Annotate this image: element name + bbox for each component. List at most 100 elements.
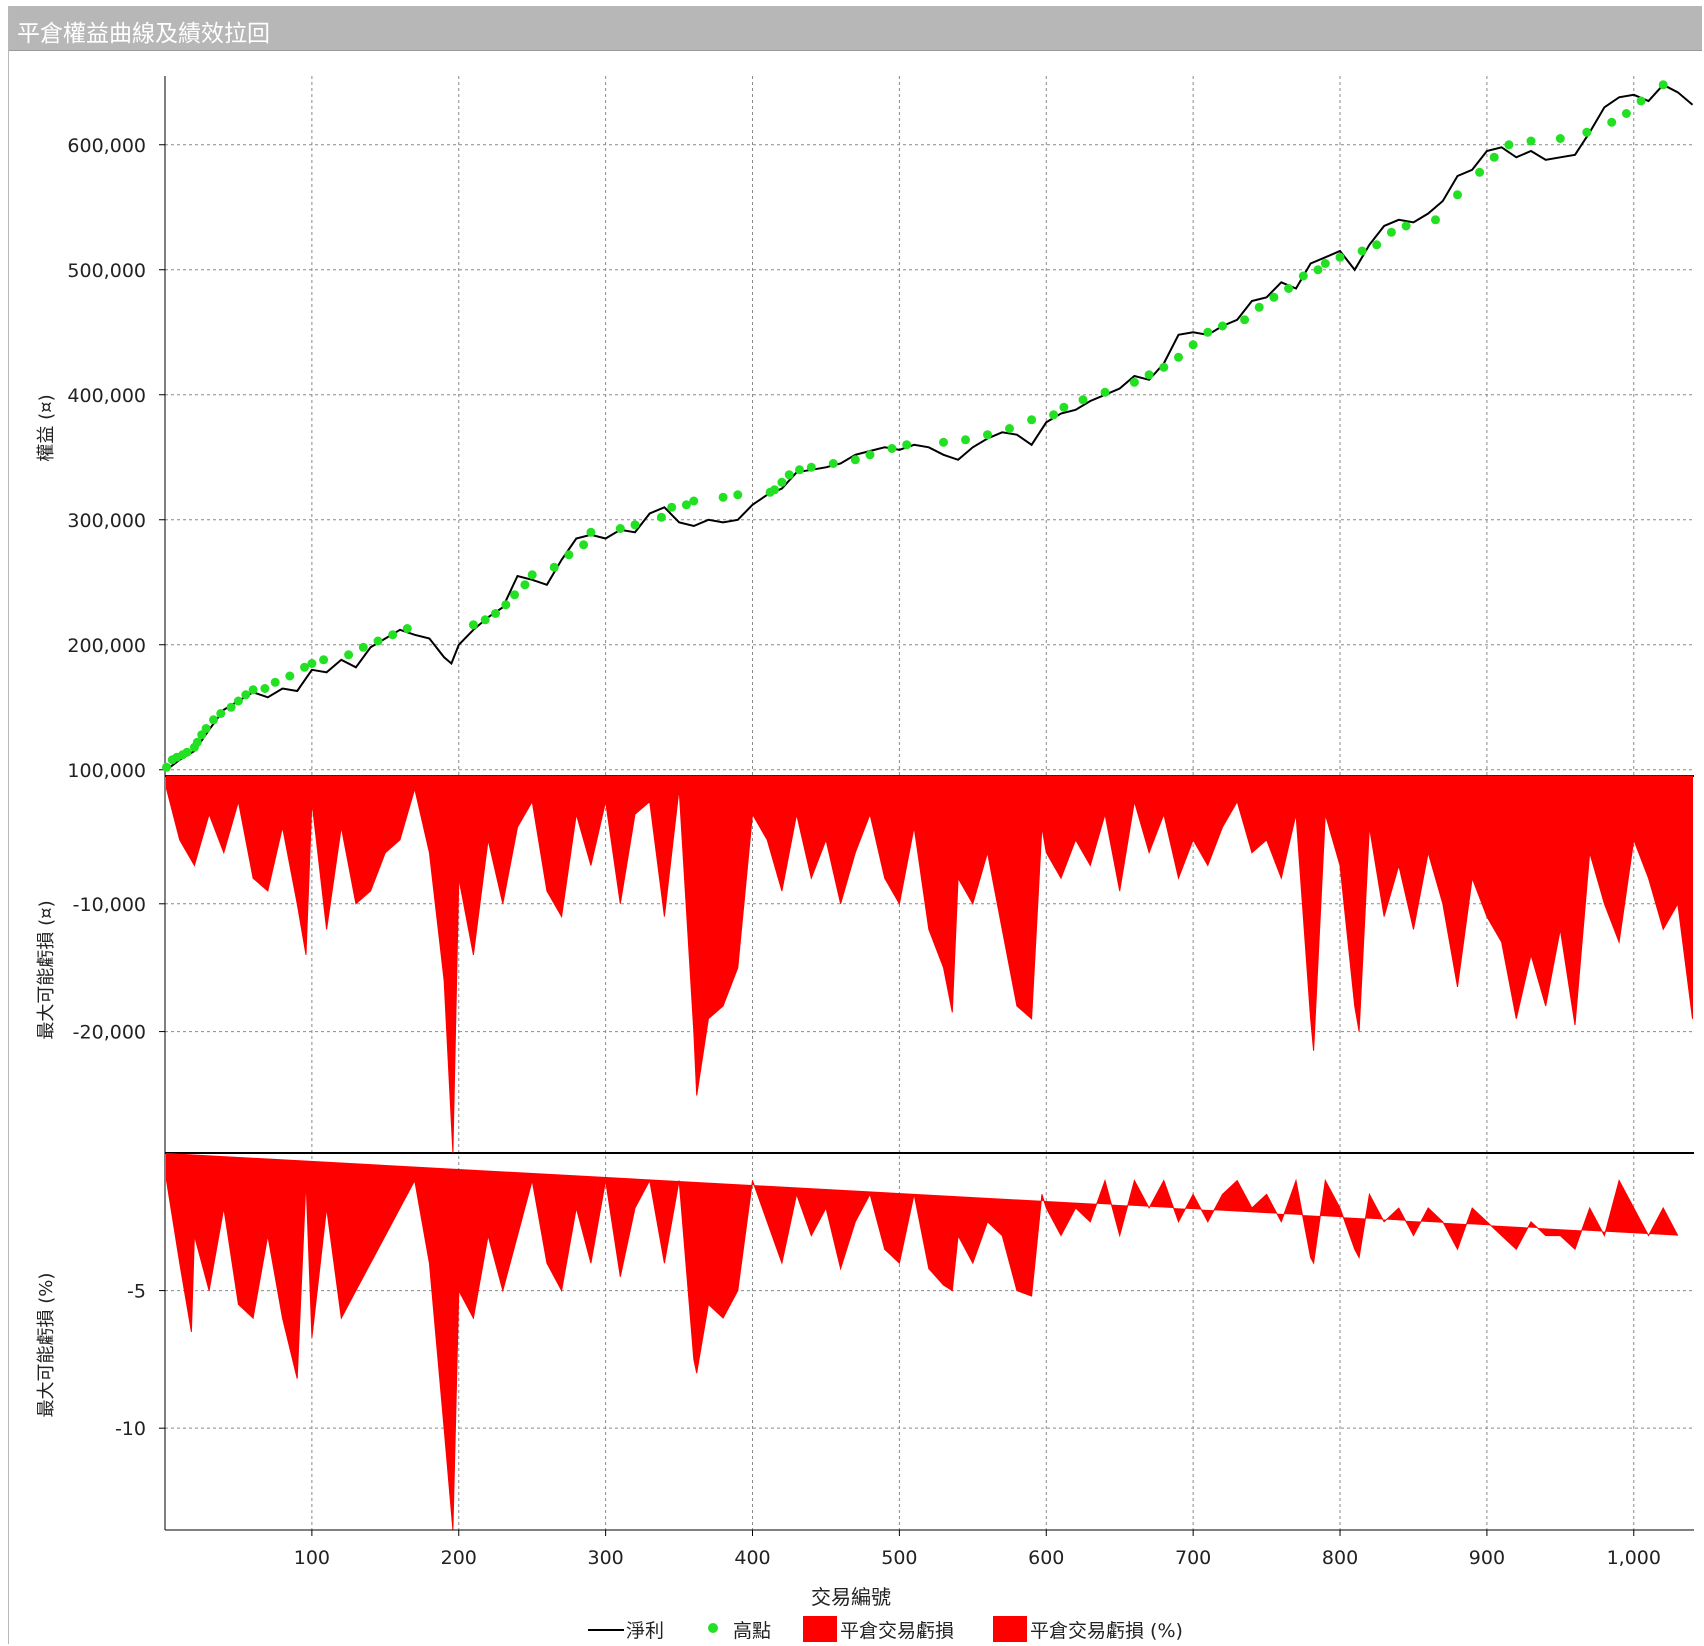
chart-legend: 淨利 高點 平倉交易虧損 平倉交易虧損 (%) [588,1616,1183,1642]
high-point [1269,292,1279,302]
net-profit-line [165,83,1694,771]
x-tick-label: 200 [441,1547,477,1569]
high-point [1335,252,1345,262]
high-point [480,615,490,625]
high-point [226,702,236,712]
high-point [1129,377,1139,387]
high-point [1144,370,1154,380]
high-point [1526,136,1536,146]
high-point [388,630,398,640]
high-point [344,650,354,660]
high-point [983,430,992,440]
x-tick-label: 700 [1175,1547,1211,1569]
high-point [902,440,912,450]
x-tick-label: 300 [588,1547,624,1569]
x-tick-label: 600 [1028,1547,1064,1569]
high-point [233,696,243,706]
high-point [241,690,251,700]
legend-swatch-drawdown-percent [993,1616,1027,1642]
x-tick-label: 400 [734,1547,770,1569]
y-tick-label: -10,000 [73,894,146,916]
high-point [777,477,787,487]
high-point [1159,362,1169,372]
high-point [586,527,596,537]
x-axis: 100 200 300 400 500 600 700 800 900 1,000 [165,1529,1694,1569]
high-point [1284,284,1294,293]
high-point [285,671,295,681]
y-tick-label: -5 [127,1281,146,1303]
high-point [510,590,520,600]
high-point [549,562,559,572]
high-point [1607,117,1617,127]
x-tick-label: 900 [1469,1547,1505,1569]
drawdown-value-y-axis-label: 最大可能虧損 (¤) [36,900,57,1039]
x-tick-label: 100 [294,1547,330,1569]
high-point [1313,265,1323,275]
high-point [260,684,270,693]
high-point [1489,152,1499,162]
high-point [615,524,625,533]
y-tick-label: 400,000 [67,385,146,407]
high-point [733,490,743,500]
legend-dot-marker [708,1623,718,1633]
high-point [182,747,192,757]
high-point [806,462,816,472]
high-point [358,642,368,652]
high-point [939,437,948,447]
high-point [1049,410,1059,420]
high-point [216,709,226,718]
high-point [307,659,317,668]
high-point [527,570,537,580]
high-point [630,520,640,530]
equity-y-axis-label: 權益 (¤) [36,394,57,461]
high-point [667,502,677,512]
high-point [784,470,794,480]
drawdown-percent-y-axis-label: 最大可能虧損 (%) [36,1273,57,1418]
high-point [1254,302,1264,312]
y-tick-label: 500,000 [67,260,146,282]
high-point [1386,227,1396,237]
high-point [201,724,211,733]
high-point [1621,109,1631,118]
equity-drawdown-chart: 100,000 200,000 300,000 400,000 500,000 600,0… [36,76,1694,1642]
high-point [579,540,589,550]
high-point [828,459,838,468]
high-point [1555,134,1565,143]
high-point [1218,321,1227,331]
high-point [468,620,478,630]
x-axis-label: 交易編號 [811,1585,891,1609]
drawdown-value-panel: -10,000 -20,000 [73,775,1693,1154]
high-point [319,655,329,665]
high-point [1320,259,1330,268]
x-tick-label: 500 [881,1547,917,1569]
high-point [689,496,699,506]
high-point [1504,140,1514,150]
high-point [961,435,970,445]
high-point [1027,415,1037,425]
y-tick-label: -10 [115,1418,146,1440]
high-point [1240,315,1250,325]
legend-item-highs: 高點 [733,1620,771,1642]
drawdown-percent-area [166,1153,1679,1531]
high-point [1582,127,1592,137]
equity-panel: 100,000 200,000 300,000 400,000 500,000 600,0… [67,80,1694,782]
high-point [865,450,875,460]
high-point [795,465,804,475]
high-point [1203,327,1213,337]
high-point [1636,96,1646,106]
high-point [1188,340,1198,350]
y-tick-label: 100,000 [67,760,146,782]
high-point [501,600,511,610]
high-point [248,685,258,695]
high-point [1059,402,1069,412]
drawdown-percent-panel: -5 -10 [115,1153,1679,1531]
legend-item-drawdown-percent: 平倉交易虧損 (%) [1030,1620,1183,1642]
high-point [520,580,530,590]
high-point [850,455,860,465]
y-tick-label: 600,000 [67,135,146,157]
high-point [1372,240,1382,250]
high-point [718,492,728,502]
high-point [373,636,383,646]
high-point [209,715,218,725]
drawdown-value-area [166,775,1693,1154]
